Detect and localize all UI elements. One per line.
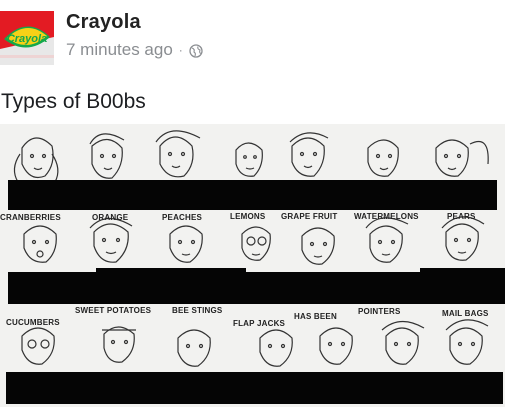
avatar[interactable]: Crayola [0,11,54,65]
post-meta: 7 minutes ago · [66,40,203,60]
label-watermelons: WATERMELONS [354,212,419,221]
censor-bar [96,268,246,304]
censor-bar [8,272,98,304]
label-mail-bags: MAIL BAGS [442,309,489,318]
label-has-been: HAS BEEN [294,312,337,321]
label-pointers: POINTERS [358,307,401,316]
logo-text: Crayola [7,33,47,45]
timestamp[interactable]: 7 minutes ago [66,40,173,60]
globe-icon[interactable] [189,43,203,58]
label-bee-stings: BEE STINGS [172,306,223,315]
label-sweet-potatoes: SWEET POTATOES [75,306,152,315]
censor-bar [244,272,444,304]
label-grape-fruit: GRAPE FRUIT [281,212,338,221]
label-cranberries: CRANBERRIES [0,213,61,222]
post-text: Types of B00bs [1,90,146,113]
meta-separator: · [178,43,183,57]
censor-bar [8,180,497,210]
label-flap-jacks: FLAP JACKS [233,319,286,328]
label-pears: PEARS [447,212,476,221]
post-image[interactable]: CRANBERRIES ORANGE PEACHES LEMONS GRAPE … [0,124,505,407]
face-sketch [13,137,59,183]
label-cucumbers: CUCUMBERS [6,318,60,327]
label-lemons: LEMONS [230,212,266,221]
label-peaches: PEACHES [162,213,203,222]
author-name[interactable]: Crayola [66,11,141,34]
sketch-faces [13,130,489,367]
censor-bar [420,268,505,304]
label-orange: ORANGE [92,213,129,222]
facebook-post: Crayola Crayola 7 minutes ago · Types of… [0,0,505,407]
censor-bar [6,372,503,404]
crayola-logo-icon: Crayola [0,11,54,65]
post-header: Crayola Crayola 7 minutes ago · [0,0,505,70]
